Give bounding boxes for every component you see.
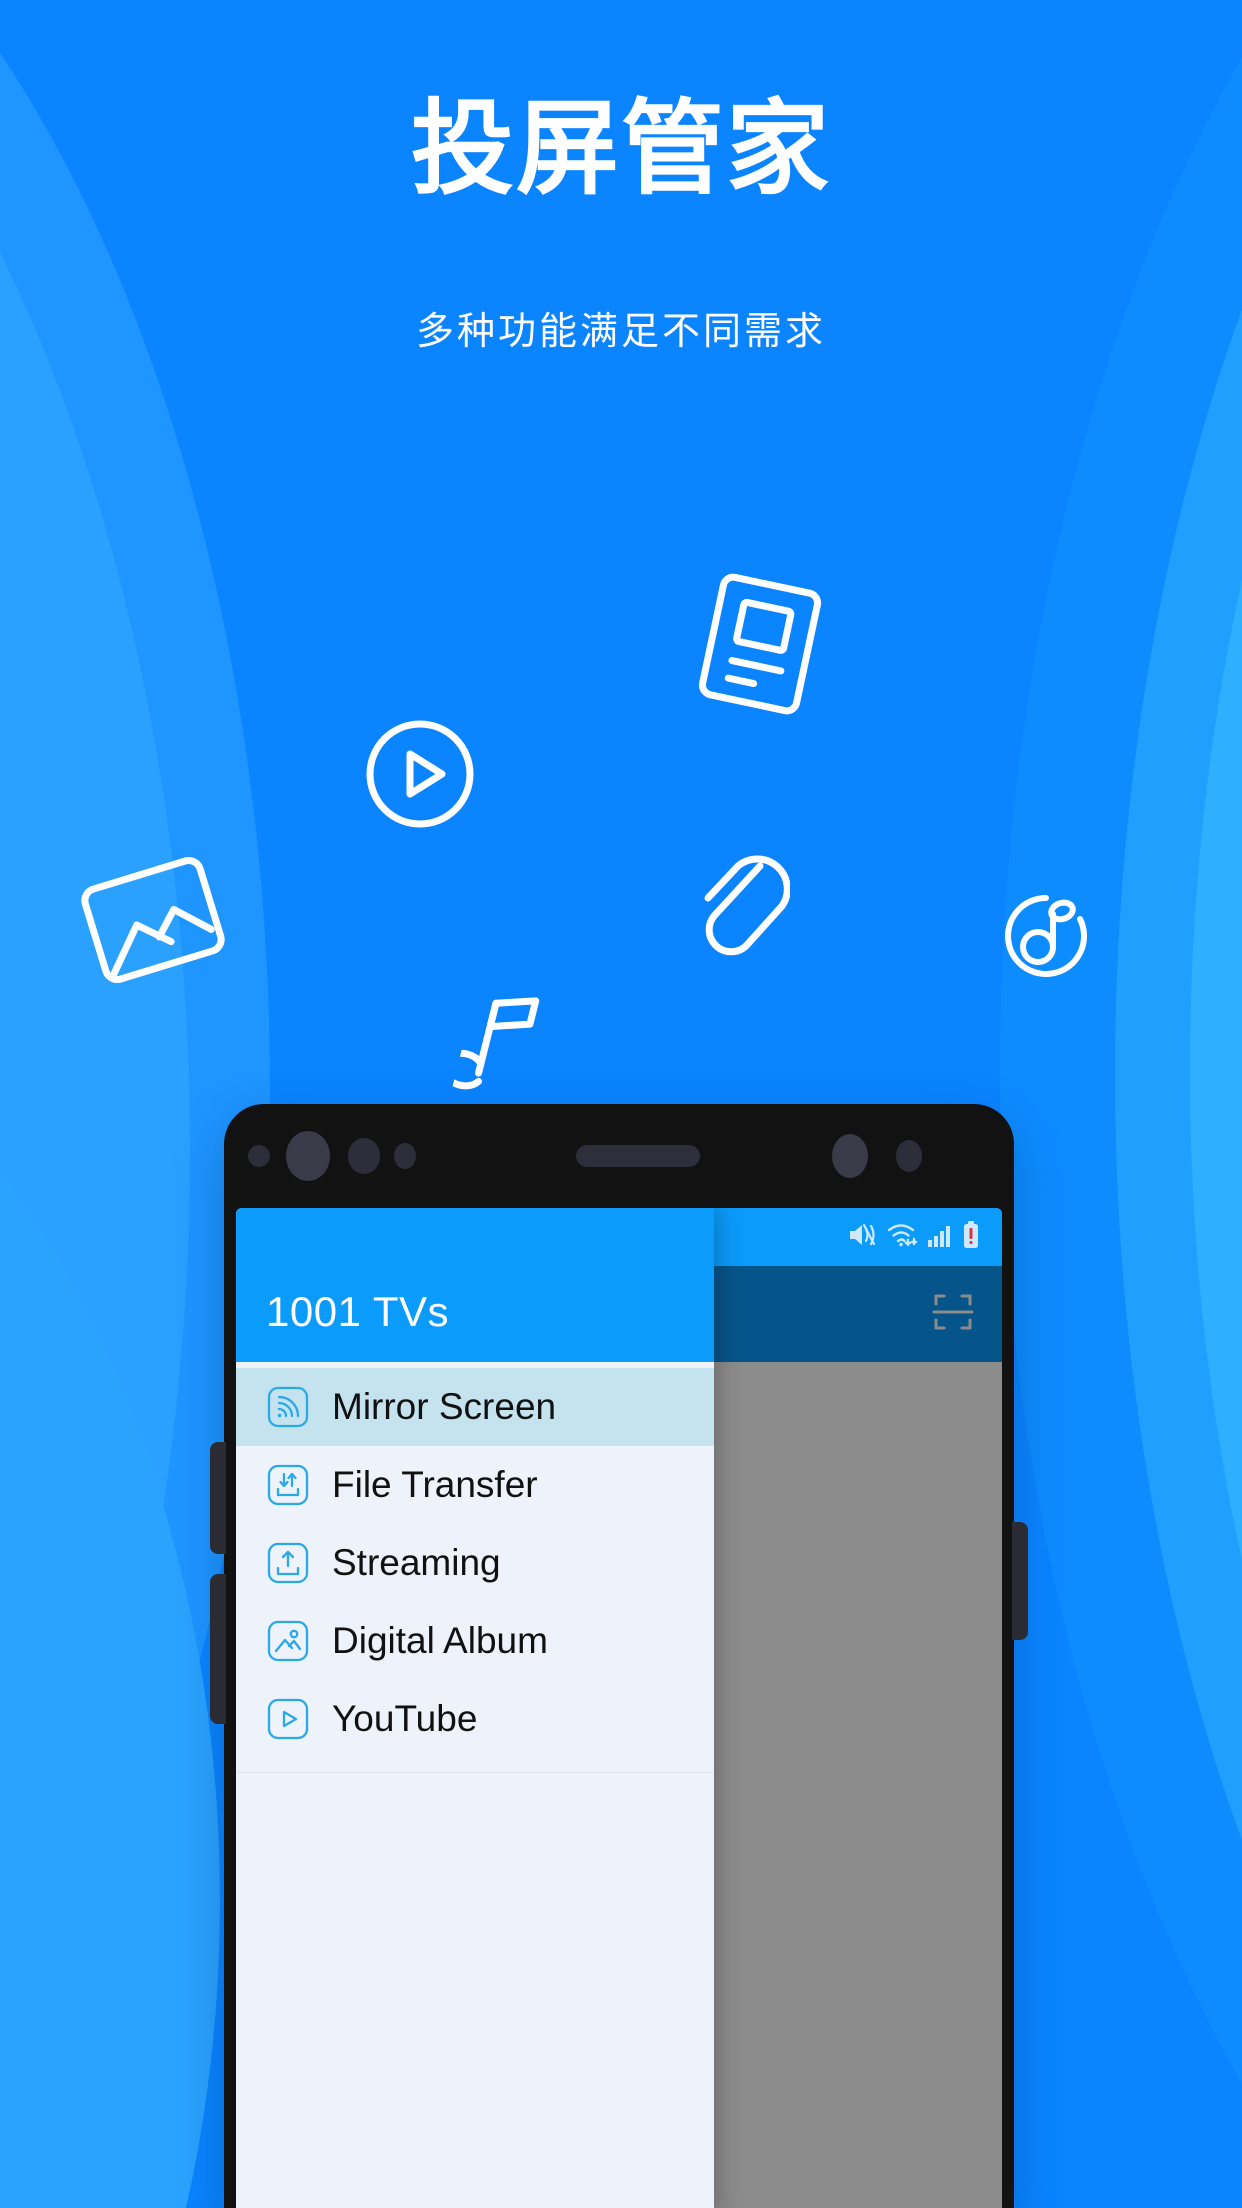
earpiece-speaker-icon — [576, 1145, 700, 1167]
volume-down-button[interactable] — [210, 1574, 226, 1724]
drawer-item-label: Streaming — [332, 1542, 501, 1583]
drawer-item-label: YouTube — [332, 1698, 478, 1739]
phone-sensor-row — [224, 1104, 1014, 1208]
front-camera-icon — [286, 1131, 330, 1181]
drawer-item-label: File Transfer — [332, 1464, 538, 1505]
drawer-item-label: Digital Album — [332, 1620, 548, 1661]
drawer-item-file-transfer[interactable]: File Transfer — [236, 1446, 714, 1524]
led-indicator-icon — [896, 1140, 922, 1172]
drawer-item-mirror-screen[interactable]: Mirror Screen — [236, 1368, 714, 1446]
phone-body: Mirror Screen Toolbox device Wi-Fi with … — [210, 1104, 1028, 2208]
drawer-header: 1001 TVs — [236, 1208, 714, 1362]
cellular-signal-icon — [927, 1222, 953, 1253]
upload-box-icon — [266, 1541, 310, 1585]
wifi-icon — [886, 1221, 918, 1254]
play-square-icon — [266, 1697, 310, 1741]
file-transfer-icon — [266, 1463, 310, 1507]
drawer-item-list: Mirror Screen File Transfer Streaming Di… — [236, 1362, 714, 1773]
play-circle-icon — [364, 718, 476, 830]
drawer-item-label: Mirror Screen — [332, 1386, 557, 1427]
drawer-item-youtube[interactable]: YouTube — [236, 1680, 714, 1758]
promo-subtitle: 多种功能满足不同需求 — [415, 311, 826, 353]
light-sensor-icon — [394, 1143, 416, 1169]
sensor-icon — [248, 1145, 270, 1167]
volume-up-button[interactable] — [210, 1442, 226, 1554]
navigation-drawer: 1001 TVs Mirror Screen File Transfer Str… — [236, 1208, 714, 2208]
mute-vibrate-icon — [847, 1221, 877, 1254]
iris-scanner-icon — [832, 1134, 868, 1178]
image-icon — [266, 1619, 310, 1663]
drawer-title: 1001 TVs — [266, 1288, 450, 1335]
drawer-item-digital-album[interactable]: Digital Album — [236, 1602, 714, 1680]
status-bar-right — [847, 1220, 980, 1255]
drawer-item-streaming[interactable]: Streaming — [236, 1524, 714, 1602]
paperclip-icon — [686, 850, 790, 972]
promo-title: 投屏管家 — [411, 91, 831, 206]
cast-screen-icon — [266, 1385, 310, 1429]
battery-icon — [962, 1220, 980, 1255]
phone-mockup: Mirror Screen Toolbox device Wi-Fi with … — [210, 1104, 1028, 2208]
phone-screen: Mirror Screen Toolbox device Wi-Fi with … — [236, 1208, 1002, 2208]
music-disc-icon — [1000, 890, 1092, 982]
power-button[interactable] — [1012, 1522, 1028, 1640]
drawer-divider — [236, 1772, 714, 1773]
proximity-sensor-icon — [348, 1138, 380, 1174]
